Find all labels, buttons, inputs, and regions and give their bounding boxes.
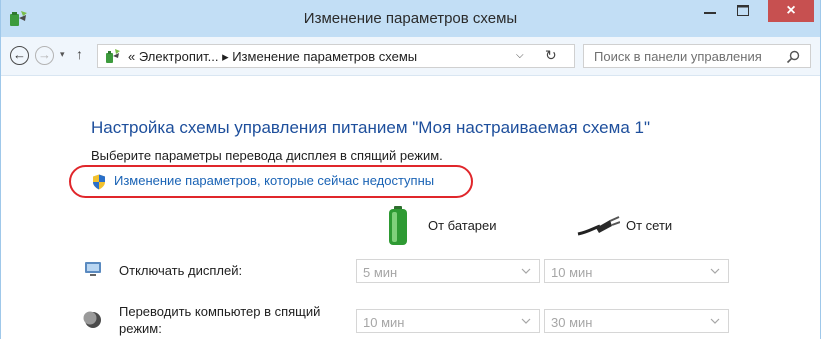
select-value: 30 мин: [551, 315, 593, 330]
select-value: 10 мин: [363, 315, 405, 330]
page-title: Настройка схемы управления питанием "Моя…: [91, 118, 650, 137]
back-button[interactable]: ←: [10, 46, 29, 65]
chevron-down-icon: [710, 268, 720, 274]
column-label-battery: От батареи: [428, 218, 497, 233]
turn-off-display-ac-select[interactable]: 10 мин: [544, 259, 729, 283]
page-description: Выберите параметры перевода дисплея в сп…: [91, 148, 443, 163]
select-value: 5 мин: [363, 265, 398, 280]
recent-locations-button[interactable]: ▾: [60, 49, 65, 60]
chevron-down-icon: [521, 318, 531, 324]
sleep-ac-select[interactable]: 30 мин: [544, 309, 729, 333]
highlight-annotation: [69, 165, 473, 198]
battery-icon: [389, 206, 407, 245]
title-bar[interactable]: Изменение параметров схемы ×: [1, 0, 820, 37]
address-bar[interactable]: « Электропит... ▸ Изменение параметров с…: [97, 44, 575, 68]
power-options-icon: [106, 49, 120, 63]
minimize-button[interactable]: [696, 0, 724, 21]
control-panel-window: Изменение параметров схемы × ← → ▾ ↑ « Э…: [0, 0, 821, 339]
refresh-button[interactable]: ↻: [545, 47, 557, 64]
chevron-down-icon: [710, 318, 720, 324]
setting-label: Отключать дисплей:: [119, 263, 243, 278]
maximize-button[interactable]: [729, 0, 757, 21]
search-placeholder: Поиск в панели управления: [594, 49, 762, 64]
setting-row-display: Отключать дисплей: 5 мин 10 мин: [83, 258, 729, 284]
sleep-moon-icon: [83, 311, 101, 328]
chevron-down-icon: [521, 268, 531, 274]
setting-label: Переводить компьютер в спящий режим:: [119, 304, 321, 336]
display-icon: [85, 262, 101, 276]
setting-row-sleep: Переводить компьютер в спящий режим: 10 …: [83, 302, 729, 339]
up-button[interactable]: ↑: [76, 46, 83, 62]
search-icon[interactable]: [785, 49, 801, 65]
column-label-ac: От сети: [626, 218, 673, 233]
search-input[interactable]: Поиск в панели управления: [583, 44, 811, 68]
address-dropdown-button[interactable]: ⌵: [516, 50, 524, 61]
power-plug-icon: [577, 216, 620, 236]
navigation-bar: ← → ▾ ↑ « Электропит... ▸ Изменение пара…: [1, 37, 820, 76]
close-button[interactable]: ×: [768, 0, 814, 22]
breadcrumb[interactable]: « Электропит... ▸ Изменение параметров с…: [128, 49, 417, 65]
forward-button[interactable]: →: [35, 46, 54, 65]
select-value: 10 мин: [551, 265, 593, 280]
sleep-battery-select[interactable]: 10 мин: [356, 309, 540, 333]
turn-off-display-battery-select[interactable]: 5 мин: [356, 259, 540, 283]
